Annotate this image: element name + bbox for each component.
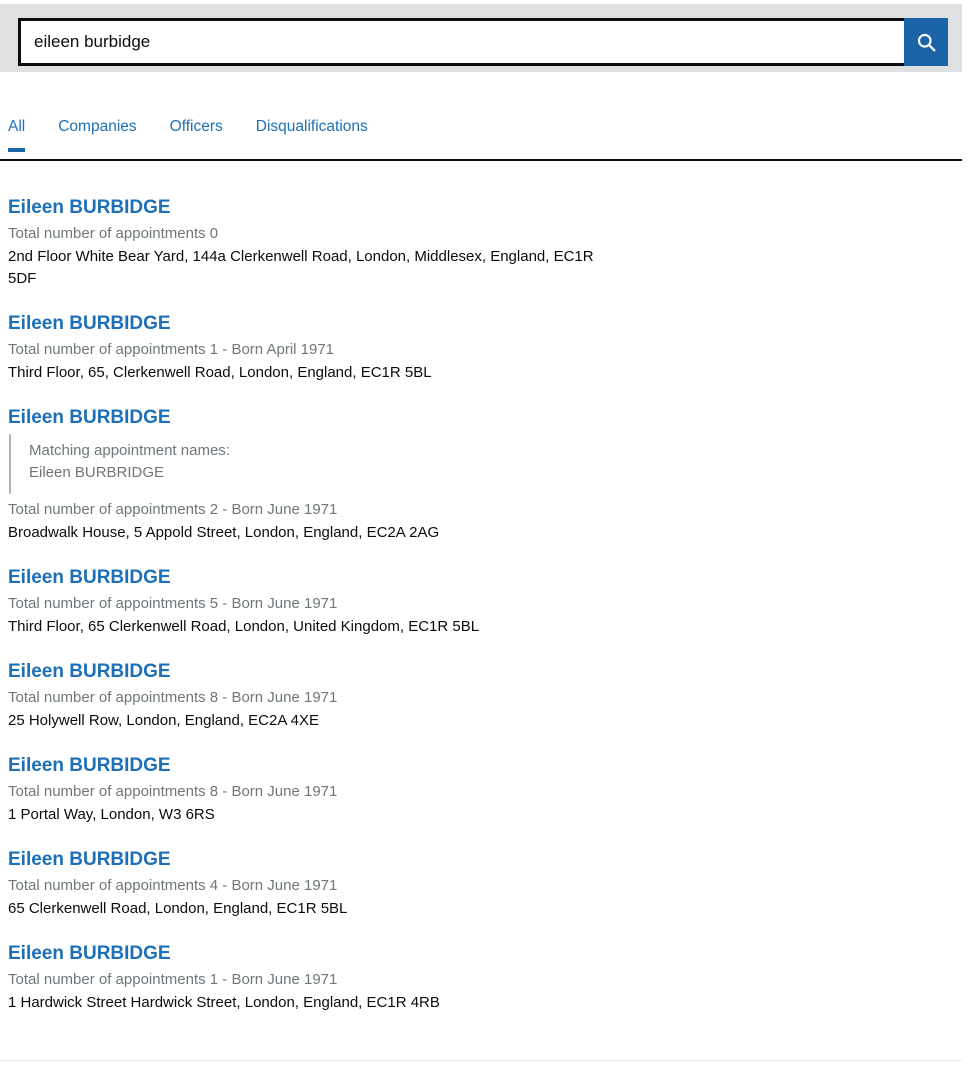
result-meta: Total number of appointments 5 - Born Ju…	[8, 595, 338, 612]
tab-list: All Companies Officers Disqualifications	[0, 118, 968, 152]
search-form	[18, 18, 948, 66]
matching-appointment-names: Matching appointment names: Eileen BURBR…	[9, 434, 960, 494]
search-result-item: Eileen BURBIDGE Matching appointment nam…	[8, 406, 960, 544]
search-header	[0, 4, 962, 72]
tab-disqualifications[interactable]: Disqualifications	[256, 118, 368, 152]
result-address: 25 Holywell Row, London, England, EC2A 4…	[8, 712, 320, 729]
search-result-item: Eileen BURBIDGE Total number of appointm…	[8, 660, 960, 732]
result-address: 65 Clerkenwell Road, London, England, EC…	[8, 900, 348, 917]
page-bottom-divider	[0, 1060, 968, 1061]
result-title-link[interactable]: Eileen BURBIDGE	[8, 406, 960, 430]
result-title-link[interactable]: Eileen BURBIDGE	[8, 754, 960, 778]
search-result-item: Eileen BURBIDGE Total number of appointm…	[8, 312, 960, 384]
tab-officers-label: Officers	[169, 118, 223, 135]
result-meta: Total number of appointments 8 - Born Ju…	[8, 689, 338, 706]
result-address: Third Floor, 65, Clerkenwell Road, Londo…	[8, 364, 432, 381]
search-result-item: Eileen BURBIDGE Total number of appointm…	[8, 566, 960, 638]
result-meta: Total number of appointments 8 - Born Ju…	[8, 783, 338, 800]
matching-names-label: Matching appointment names:	[29, 442, 230, 459]
scrollbar-gutter[interactable]	[962, 0, 980, 1066]
result-title-link[interactable]: Eileen BURBIDGE	[8, 942, 960, 966]
result-meta: Total number of appointments 4 - Born Ju…	[8, 877, 338, 894]
result-address: 1 Hardwick Street Hardwick Street, Londo…	[8, 994, 440, 1011]
result-title-link[interactable]: Eileen BURBIDGE	[8, 848, 960, 872]
result-address: Third Floor, 65 Clerkenwell Road, London…	[8, 618, 480, 635]
tab-all-label: All	[8, 118, 26, 135]
result-address: 2nd Floor White Bear Yard, 144a Clerkenw…	[8, 248, 594, 287]
result-address: Broadwalk House, 5 Appold Street, London…	[8, 524, 440, 541]
result-title-link[interactable]: Eileen BURBIDGE	[8, 312, 960, 336]
tab-officers[interactable]: Officers	[170, 118, 223, 152]
result-meta: Total number of appointments 1 - Born Ju…	[8, 971, 338, 988]
tab-disqualifications-label: Disqualifications	[255, 118, 368, 135]
search-submit-button[interactable]	[904, 18, 948, 66]
tab-all[interactable]: All	[8, 118, 26, 152]
tab-companies[interactable]: Companies	[58, 118, 136, 152]
result-meta: Total number of appointments 2 - Born Ju…	[8, 501, 338, 518]
matching-name-value: Eileen BURBRIDGE	[29, 464, 165, 481]
result-address: 1 Portal Way, London, W3 6RS	[8, 806, 215, 823]
search-filter-tabs: All Companies Officers Disqualifications	[0, 118, 968, 152]
result-meta: Total number of appointments 1 - Born Ap…	[8, 341, 335, 358]
search-icon	[916, 32, 937, 53]
search-result-item: Eileen BURBIDGE Total number of appointm…	[8, 754, 960, 826]
result-title-link[interactable]: Eileen BURBIDGE	[8, 660, 960, 684]
search-result-item: Eileen BURBIDGE Total number of appointm…	[8, 942, 960, 1014]
result-title-link[interactable]: Eileen BURBIDGE	[8, 566, 960, 590]
result-meta: Total number of appointments 0	[8, 225, 219, 242]
search-result-item: Eileen BURBIDGE Total number of appointm…	[8, 848, 960, 920]
search-result-item: Eileen BURBIDGE Total number of appointm…	[8, 196, 960, 290]
tab-companies-label: Companies	[58, 118, 137, 135]
tabs-divider	[0, 159, 968, 161]
search-input[interactable]	[18, 18, 904, 66]
result-title-link[interactable]: Eileen BURBIDGE	[8, 196, 960, 220]
search-results-list: Eileen BURBIDGE Total number of appointm…	[0, 196, 968, 1036]
